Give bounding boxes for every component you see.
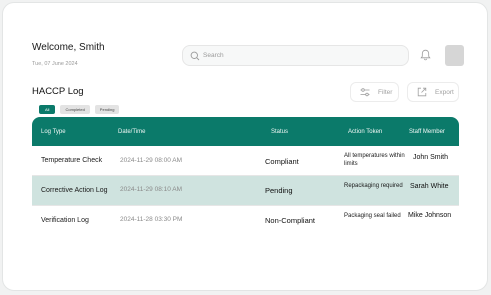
log-type-cell: Temperature Check	[41, 157, 103, 164]
log-type-cell: Verification Log	[41, 217, 89, 224]
staff-member-cell: Mike Johnson	[408, 212, 452, 219]
table-row[interactable]: Verification Log 2024-11-28 03:30 PM Non…	[32, 206, 459, 235]
tab-all[interactable]: All	[39, 105, 56, 114]
search-input[interactable]	[203, 49, 403, 62]
datetime-cell: 2024-11-29 08:10 AM	[120, 186, 183, 193]
datetime-cell: 2024-11-29 08:00 AM	[120, 157, 183, 164]
main-card: Welcome, Smith Tue, 07 June 2024 HACCP L…	[2, 2, 488, 291]
status-cell: Compliant	[265, 157, 299, 166]
staff-member-cell: John Smith	[413, 154, 449, 161]
search-bar[interactable]	[182, 45, 409, 66]
status-cell: Pending	[265, 186, 293, 195]
bell-icon[interactable]	[420, 49, 431, 61]
column-header-action-token: Action Token	[348, 129, 383, 135]
export-button[interactable]: Export	[407, 82, 459, 102]
column-header-log-type: Log Type	[41, 129, 66, 135]
status-tabs: All Completed Pending	[39, 105, 120, 115]
page-title: HACCP Log	[32, 86, 84, 97]
status-cell: Non-Compliant	[265, 216, 316, 225]
export-icon	[417, 87, 427, 97]
tab-pending[interactable]: Pending	[94, 105, 120, 114]
table-row[interactable]: Temperature Check 2024-11-29 08:00 AM Co…	[32, 146, 459, 175]
action-token-cell: Packaging seal failed	[344, 213, 401, 219]
column-header-datetime: Date/Time	[118, 129, 146, 135]
welcome-heading: Welcome, Smith	[32, 42, 105, 53]
staff-member-cell: Sarah White	[410, 183, 449, 190]
search-icon	[190, 51, 200, 61]
filter-button[interactable]: Filter	[350, 82, 399, 102]
log-type-cell: Corrective Action Log	[41, 187, 108, 194]
table-header: Log Type Date/Time Status Action Token S…	[32, 117, 459, 146]
datetime-cell: 2024-11-28 03:30 PM	[120, 216, 183, 223]
table-row[interactable]: Corrective Action Log 2024-11-29 08:10 A…	[32, 176, 459, 205]
column-header-status: Status	[271, 129, 289, 135]
action-token-cell: All temperatures within limits	[344, 153, 405, 167]
column-header-staff-member: Staff Member	[409, 129, 445, 135]
filter-icon	[360, 87, 370, 96]
export-label: Export	[435, 88, 454, 96]
tab-completed[interactable]: Completed	[60, 105, 90, 114]
current-date: Tue, 07 June 2024	[32, 61, 78, 67]
action-token-cell: Repackaging required	[344, 183, 403, 189]
filter-label: Filter	[378, 88, 393, 96]
avatar[interactable]	[445, 45, 464, 66]
haccp-log-table: Log Type Date/Time Status Action Token S…	[32, 117, 459, 235]
